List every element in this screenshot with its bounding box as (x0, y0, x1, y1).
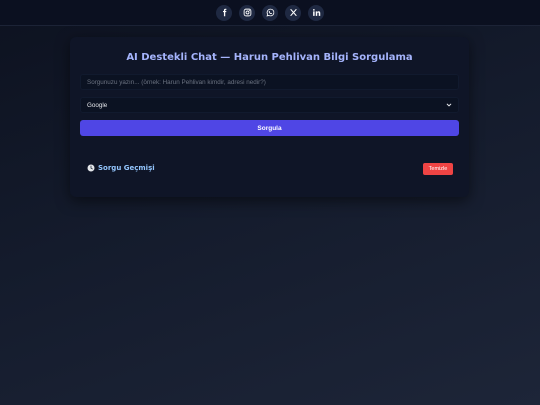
submit-button[interactable]: Sorgula (80, 120, 459, 136)
engine-select-value: Google (87, 101, 108, 109)
engine-select[interactable]: Google (80, 97, 459, 113)
whatsapp-link[interactable] (262, 4, 278, 21)
facebook-icon (222, 8, 226, 17)
query-input[interactable] (80, 74, 459, 90)
page-title: AI Destekli Chat — Harun Pehlivan Bilgi … (126, 52, 413, 63)
chevron-down-icon (446, 103, 452, 107)
linkedin-link[interactable] (308, 4, 324, 21)
history-heading: Sorgu Geçmişi (87, 164, 155, 172)
whatsapp-icon (266, 8, 274, 17)
facebook-link[interactable] (216, 4, 232, 21)
instagram-link[interactable] (239, 4, 255, 21)
instagram-icon (243, 8, 251, 17)
history-label: Sorgu Geçmişi (98, 164, 155, 172)
x-icon (289, 9, 297, 16)
linkedin-icon (312, 9, 320, 16)
clear-history-button[interactable]: Temizle (423, 163, 453, 175)
clock-icon (87, 164, 95, 172)
social-bar (0, 0, 540, 26)
x-link[interactable] (285, 4, 301, 21)
query-card: AI Destekli Chat — Harun Pehlivan Bilgi … (70, 37, 469, 197)
